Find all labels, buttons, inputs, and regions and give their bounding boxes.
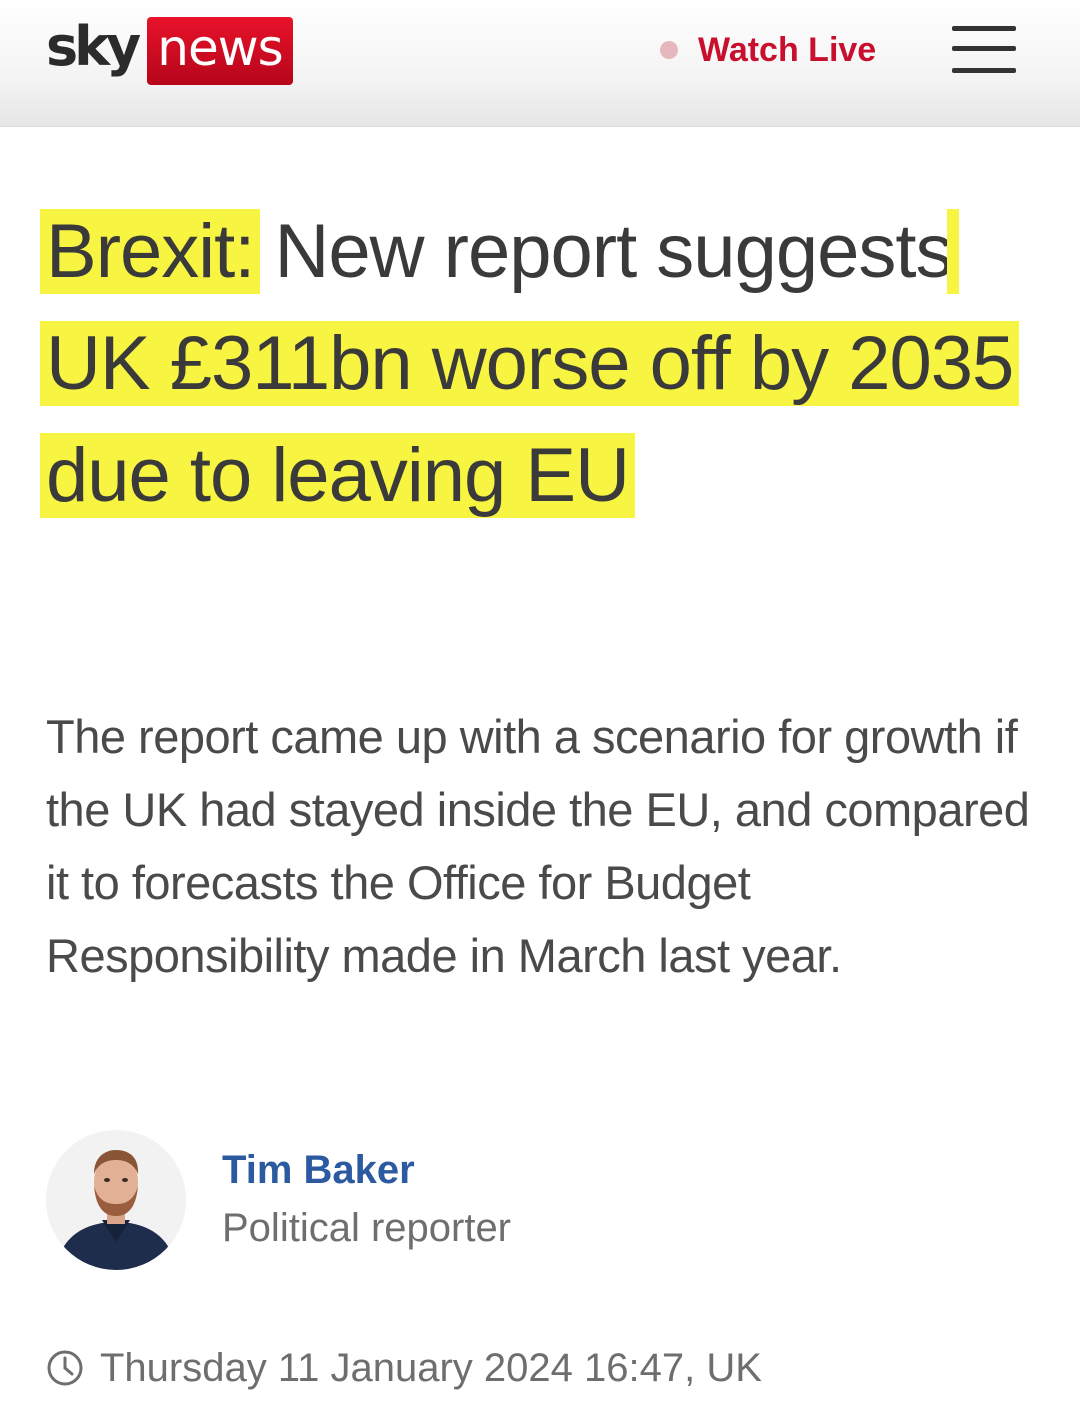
author-byline: Tim Baker Political reporter	[46, 1130, 946, 1272]
hamburger-menu-icon-bar	[952, 68, 1016, 73]
clock-icon	[47, 1350, 83, 1386]
author-avatar[interactable]	[46, 1130, 186, 1270]
sky-news-logo[interactable]: sky news	[46, 16, 293, 86]
watch-live-link[interactable]: Watch Live	[660, 28, 876, 72]
watch-live-label: Watch Live	[698, 30, 877, 69]
hamburger-menu-icon-bar	[952, 46, 1016, 51]
logo-news-badge: news	[147, 17, 293, 85]
hamburger-menu-icon	[952, 26, 1016, 31]
headline-plain-text: New report suggests	[254, 209, 954, 294]
author-photo-icon	[46, 1130, 186, 1270]
site-header: sky news Watch Live	[0, 0, 1080, 127]
article-standfirst: The report came up with a scenario for g…	[46, 710, 1030, 982]
menu-button[interactable]	[952, 24, 1018, 76]
logo-sky-text: sky	[46, 15, 141, 78]
article-headline: Brexit: New report suggests UK £311bn wo…	[40, 196, 1036, 532]
live-dot-icon	[660, 41, 678, 59]
timestamp-text: Thursday 11 January 2024 16:47, UK	[100, 1345, 762, 1390]
headline-highlight-brexit: Brexit:	[40, 209, 261, 294]
article-timestamp: Thursday 11 January 2024 16:47, UK	[46, 1340, 762, 1396]
author-name-link[interactable]: Tim Baker	[222, 1148, 415, 1193]
author-role: Political reporter	[222, 1206, 512, 1250]
